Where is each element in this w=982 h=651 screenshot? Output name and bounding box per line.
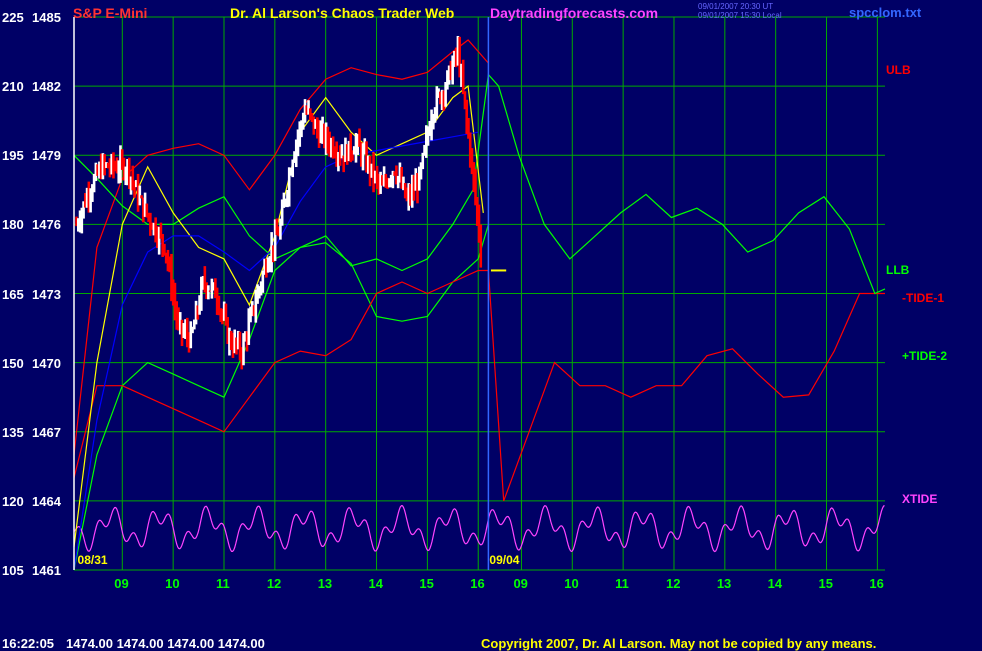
x-tick-label: 09 [513,576,528,591]
x-tick-label: 14 [368,576,383,591]
y-tick-label-points: 210 [2,79,24,95]
site-url: Daytradingforecasts.com [490,5,659,21]
x-tick-label: 13 [716,576,732,591]
series-label: XTIDE [902,491,938,506]
timestamp-local: 09/01/2007 15:30 Local [698,11,782,20]
x-tick-label: 12 [665,576,681,591]
y-tick-label-price: 1485 [32,10,61,25]
footer-ohlc: 1474.00 1474.00 1474.00 1474.00 [66,636,265,651]
timestamp-ut: 09/01/2007 20:30 UT [698,2,774,11]
x-tick-label: 09 [114,576,129,591]
series-label: LLB [886,263,910,278]
date-label: 08/31 [77,553,108,567]
y-tick-label-price: 1473 [32,286,61,302]
x-tick-label: 16 [869,576,884,591]
data-file-name: spcclom.txt [849,5,922,20]
y-tick-label-price: 1476 [32,217,61,233]
y-tick-label-points: 225 [2,10,24,25]
y-tick-label-points: 120 [2,493,24,509]
site-title: Dr. Al Larson's Chaos Trader Web [230,5,455,21]
y-tick-label-price: 1461 [32,563,61,578]
y-tick-label-price: 1479 [32,148,61,164]
x-tick-label: 10 [165,576,180,591]
y-tick-label-points: 105 [2,563,24,578]
footer-time: 16:22:05 [2,636,55,651]
y-tick-label-points: 165 [2,286,24,302]
instrument-title: S&P E-Mini [73,5,148,21]
footer-copyright: Copyright 2007, Dr. Al Larson. May not b… [481,636,877,651]
y-tick-label-points: 195 [2,148,24,164]
series-label: +TIDE-2 [902,348,948,363]
y-tick-label-price: 1464 [32,493,61,509]
x-tick-label: 11 [215,576,230,591]
x-tick-label: 15 [818,576,833,591]
y-tick-label-price: 1482 [32,79,61,95]
x-tick-label: 11 [615,576,629,591]
series-label: -TIDE-1 [902,291,944,306]
series-label: ULB [886,62,911,77]
x-tick-label: 14 [767,576,783,591]
y-tick-label-points: 150 [2,355,24,371]
x-tick-label: 15 [419,576,434,591]
x-tick-label: 13 [317,576,333,591]
x-tick-label: 16 [470,576,485,591]
x-tick-label: 10 [564,576,579,591]
y-tick-label-points: 135 [2,424,24,440]
y-tick-label-price: 1467 [32,424,61,440]
y-tick-label-price: 1470 [32,355,61,371]
y-tick-label-points: 180 [2,217,24,233]
date-label: 09/04 [489,553,520,567]
x-tick-label: 12 [266,576,282,591]
